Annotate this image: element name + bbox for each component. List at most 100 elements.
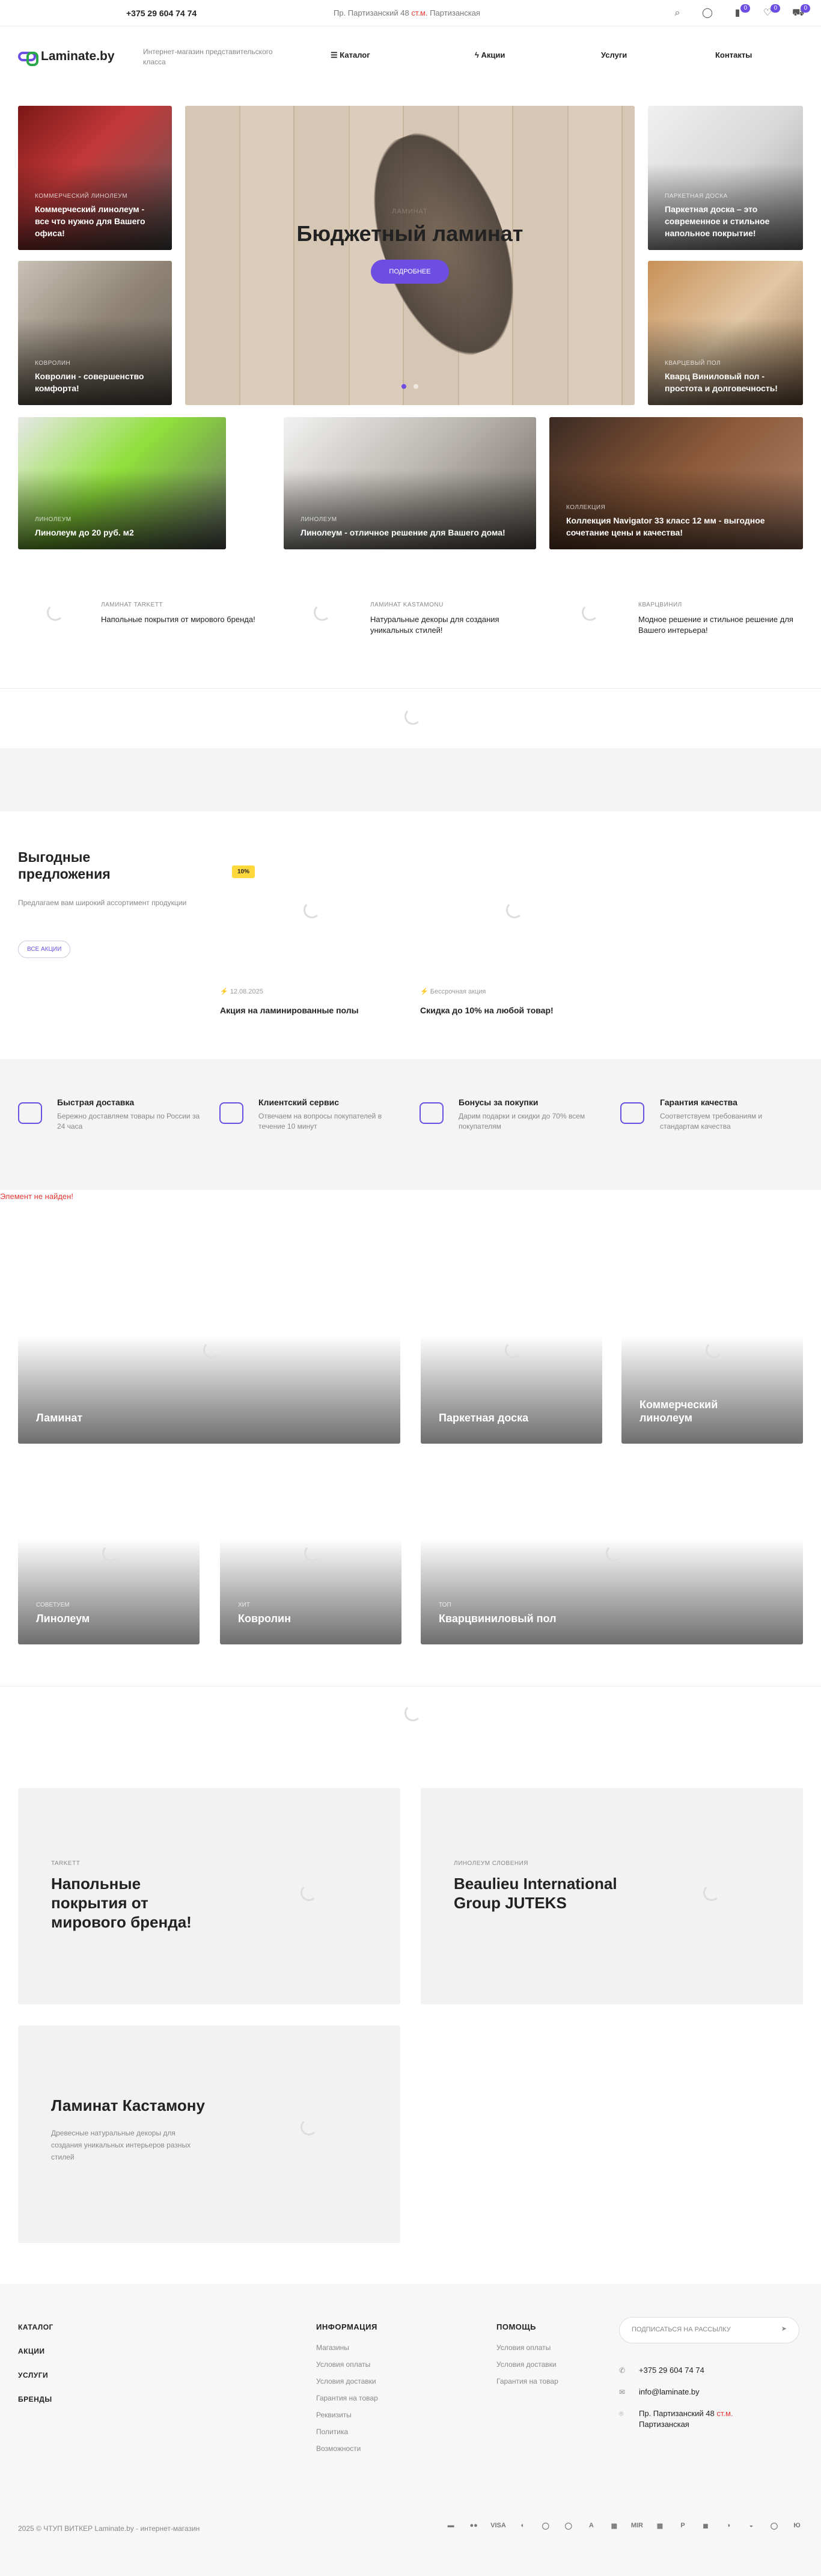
footer-link[interactable]: Реквизиты xyxy=(316,2407,378,2423)
favorites-badge: 0 xyxy=(771,4,780,13)
payment-icon: ◼ xyxy=(703,2523,709,2530)
cart-icon[interactable]: ⛟ 0 xyxy=(792,4,810,19)
divider xyxy=(0,688,821,689)
offer-title[interactable]: Акция на ламинированные полы xyxy=(220,1006,359,1015)
nav-contacts[interactable]: Контакты xyxy=(715,50,752,60)
phone-icon: ✆ xyxy=(619,2366,626,2375)
gray-band xyxy=(0,748,821,811)
phone-link[interactable]: +375 29 604 74 74 xyxy=(126,8,197,18)
footer-link[interactable]: Условия оплаты xyxy=(496,2339,558,2356)
loading-spinner xyxy=(203,1341,220,1358)
loading-spinner xyxy=(304,902,320,918)
loading-spinner xyxy=(314,604,331,621)
category-tile[interactable]: Топ Кварцвиниловый пол xyxy=(421,1539,803,1644)
tile-category: Кварцевый пол xyxy=(665,360,721,367)
payment-icon: ◒ xyxy=(749,2522,754,2529)
subscribe-field[interactable]: Подписаться на рассылку ➤ xyxy=(619,2317,799,2343)
category-tile[interactable]: Хит Ковролин xyxy=(220,1539,401,1644)
payment-icon: ◯ xyxy=(542,2523,549,2530)
footer-link[interactable]: Политика xyxy=(316,2423,378,2440)
hero-tile[interactable]: Коммерческий линолеум Коммерческий линоле… xyxy=(18,106,172,250)
search-icon[interactable]: ⌕ xyxy=(672,8,683,19)
footer-link[interactable]: Возможности xyxy=(316,2440,378,2457)
nav-catalog[interactable]: ☰ Каталог xyxy=(331,50,370,60)
footer-link[interactable]: Гарантия на товар xyxy=(496,2373,558,2390)
nav-promotions[interactable]: ϟ Акции xyxy=(475,50,505,60)
offer-meta: ⚡ Бессрочная акция xyxy=(420,988,486,995)
footer-link[interactable]: Услуги xyxy=(18,2363,53,2387)
brand-item[interactable]: Ламинат Tarkett Напольные покрытия от мир… xyxy=(101,600,269,625)
feature-item: Клиентский сервис Отвечаем на вопросы пок… xyxy=(258,1097,382,1131)
tile-category: Коммерческий линолеум xyxy=(35,193,128,200)
tile-title: Линолеум до 20 руб. м2 xyxy=(35,528,134,537)
user-icon[interactable]: ◯ xyxy=(702,8,713,19)
footer-phone[interactable]: ✆ +375 29 604 74 74 xyxy=(619,2365,733,2376)
loading-spinner xyxy=(506,902,523,918)
cart-badge: 0 xyxy=(801,4,810,13)
loading-spinner xyxy=(505,1341,522,1358)
compare-icon[interactable]: ▮ 0 xyxy=(732,4,750,19)
copyright: 2025 © ЧТУП ВИТКЕР Laminate.by - интерне… xyxy=(18,2524,200,2533)
footer-email[interactable]: ✉ info@laminate.by xyxy=(619,2387,733,2397)
hero-tile[interactable]: Коллекция Коллекция Navigator 33 класс 12… xyxy=(549,417,803,549)
footer-link[interactable]: Условия оплаты xyxy=(316,2356,378,2373)
footer-contacts: ✆ +375 29 604 74 74 ✉ info@laminate.by ⌾ Пр… xyxy=(619,2365,733,2441)
footer-link[interactable]: Условия доставки xyxy=(496,2356,558,2373)
loading-spinner xyxy=(404,708,421,725)
more-button[interactable]: Подробнее xyxy=(371,260,449,284)
brand-item[interactable]: Кварцвинил Модное решение и стильное реше… xyxy=(638,600,807,636)
category-tile[interactable]: Ламинат xyxy=(18,1335,400,1444)
send-icon[interactable]: ➤ xyxy=(781,2325,787,2333)
slider-dot[interactable] xyxy=(414,384,418,389)
payment-icon: Ю xyxy=(793,2522,801,2529)
tile-category: Коллекция xyxy=(566,504,606,511)
hero-tile[interactable]: Кварцевый пол Кварц Виниловый пол - прост… xyxy=(648,261,803,405)
offers-description: Предлагаем вам широкий ассортимент проду… xyxy=(18,899,187,907)
promo-card[interactable]: Tarkett Напольные покрытия от мирового бр… xyxy=(18,1788,400,2004)
support-icon xyxy=(219,1102,243,1124)
promo-card[interactable]: Линолеум Словения Beaulieu International … xyxy=(421,1788,803,2004)
hero-tile[interactable]: Линолеум Линолеум - отличное решение для … xyxy=(284,417,536,549)
logo-icon xyxy=(18,52,38,66)
tile-category: Линолеум xyxy=(301,516,337,523)
footer-link[interactable]: Каталог xyxy=(18,2315,53,2339)
payment-icon: ▦ xyxy=(656,2523,664,2530)
location-icon: ⌾ xyxy=(619,2410,624,2418)
payment-icon: A xyxy=(588,2522,594,2529)
offer-title[interactable]: Скидка до 10% на любой товар! xyxy=(420,1006,554,1015)
nav-services[interactable]: Услуги xyxy=(601,50,627,60)
promo-card[interactable]: Ламинат Кастамону Древесные натуральные д… xyxy=(18,2025,400,2243)
logo[interactable]: Laminate.by xyxy=(18,49,115,66)
loading-spinner xyxy=(606,1545,623,1561)
category-tile[interactable]: Советуем Линолеум xyxy=(18,1539,200,1644)
all-offers-button[interactable]: Все акции xyxy=(18,941,71,958)
store-address: Пр. Партизанский 48 ст.м. Партизанская xyxy=(334,8,480,17)
payment-icon: ●● xyxy=(469,2522,478,2529)
loading-spinner xyxy=(706,1341,722,1358)
slider-dot[interactable] xyxy=(401,384,406,389)
hero-tile[interactable]: Паркетная доска Паркетная доска – это сов… xyxy=(648,106,803,250)
hero-tile[interactable]: Линолеум Линолеум до 20 руб. м2 xyxy=(18,417,226,549)
loading-spinner xyxy=(582,604,599,621)
category-tile[interactable]: Паркетная доска xyxy=(421,1335,602,1444)
footer-link[interactable]: Акции xyxy=(18,2339,53,2363)
footer-link[interactable]: Бренды xyxy=(18,2387,53,2411)
hero-tile[interactable]: Ковролин Ковролин - совершенство комфорта… xyxy=(18,261,172,405)
footer-link[interactable]: Магазины xyxy=(316,2339,378,2356)
tile-title: Ковролин - совершенство комфорта! xyxy=(35,371,144,393)
category-tile[interactable]: Коммерческий линолеум xyxy=(621,1335,803,1444)
certificate-icon xyxy=(620,1102,644,1124)
compare-badge: 0 xyxy=(740,4,750,13)
footer-link[interactable]: Гарантия на товар xyxy=(316,2390,378,2407)
payment-icon: MIR xyxy=(630,2522,643,2529)
footer-heading: Помощь xyxy=(496,2322,536,2331)
payment-icon: ◯ xyxy=(564,2523,572,2530)
brand-item[interactable]: Ламинат Kastamonu Натуральные декоры для … xyxy=(370,600,539,636)
heart-icon[interactable]: ♡ 0 xyxy=(762,4,780,19)
tile-category: Линолеум xyxy=(35,516,72,523)
tile-title: Коллекция Navigator 33 класс 12 мм - выг… xyxy=(566,516,765,537)
payment-icon: VISA xyxy=(490,2522,506,2529)
payment-icon: ◑ xyxy=(726,2522,731,2529)
main-slide[interactable]: Ламинат Бюджетный ламинат Подробнее xyxy=(185,106,635,405)
footer-link[interactable]: Условия доставки xyxy=(316,2373,378,2390)
